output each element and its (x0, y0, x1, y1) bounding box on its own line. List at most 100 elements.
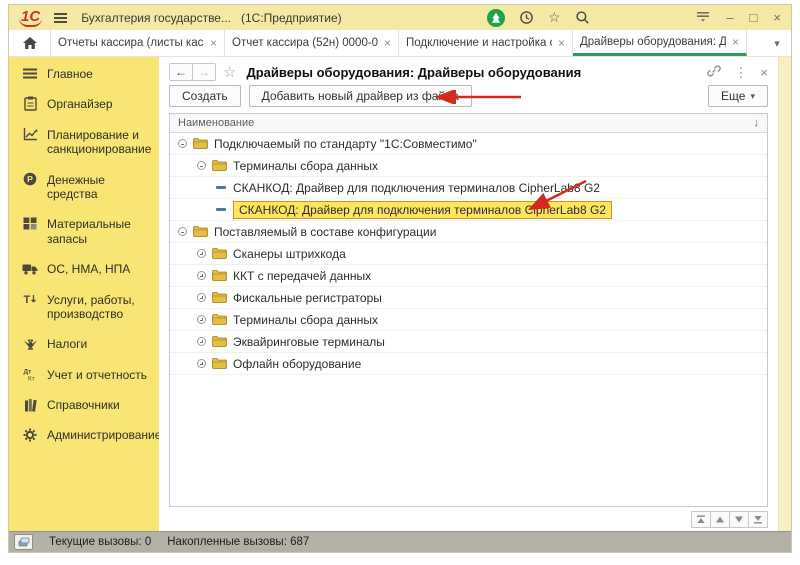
tab-list-dropdown-icon[interactable]: ▾ (763, 30, 791, 56)
folder-icon (212, 292, 227, 303)
tree-expander-icon[interactable] (178, 227, 187, 236)
tree-row-label: Подключаемый по стандарту "1С:Совместимо… (214, 137, 477, 151)
tree-expander-icon[interactable] (197, 315, 206, 324)
tab-2[interactable]: Отчет кассира (52н) 0000-000045 ... × (225, 30, 399, 56)
create-button[interactable]: Создать (169, 85, 241, 107)
svg-text:Кт: Кт (28, 376, 35, 382)
tree-row-label: СКАНКОД: Драйвер для подключения термина… (233, 201, 612, 219)
administration-icon (22, 427, 38, 442)
folder-icon (212, 160, 227, 171)
sidebar-item-label: Планирование и санкционирование (47, 128, 153, 157)
tree-expander-icon[interactable] (197, 359, 206, 368)
tree-expander-icon[interactable] (197, 271, 206, 280)
get-link-icon[interactable] (707, 64, 721, 80)
tree-row-label: Эквайринговые терминалы (233, 335, 385, 349)
main-menu-icon[interactable] (54, 13, 67, 23)
history-icon[interactable] (519, 10, 534, 25)
sort-descending-icon: ↓ (754, 117, 760, 129)
tree-row-label: Терминалы сбора данных (233, 159, 378, 173)
tab-label: Отчет кассира (52н) 0000-000045 ... (232, 37, 378, 49)
app-name: (1С:Предприятие) (241, 11, 342, 25)
search-icon[interactable] (575, 10, 590, 25)
back-button[interactable]: ← (169, 63, 193, 81)
tree-expander-icon[interactable] (197, 249, 206, 258)
list-header[interactable]: Наименование ↓ (170, 114, 767, 133)
tree-row-label: СКАНКОД: Драйвер для подключения термина… (233, 181, 600, 195)
panel-menu-icon[interactable] (696, 11, 710, 24)
tree-row[interactable]: Офлайн оборудование (170, 353, 767, 375)
tree-expander-icon[interactable] (197, 161, 206, 170)
minimize-icon[interactable]: – (726, 11, 733, 24)
add-favorite-icon[interactable]: ☆ (223, 63, 236, 81)
tab-close-icon[interactable]: × (384, 36, 391, 50)
tree-row[interactable]: ККТ с передачей данных (170, 265, 767, 287)
sidebar-item-materials[interactable]: Материальные запасы (9, 209, 159, 254)
tree-row-label: Офлайн оборудование (233, 357, 361, 371)
tab-4[interactable]: Драйверы оборудования: Драйве... × (573, 30, 747, 56)
tree-row-selected[interactable]: СКАНКОД: Драйвер для подключения термина… (170, 199, 767, 221)
sidebar-item-menu[interactable]: Главное (9, 59, 159, 89)
tree-row-label: Терминалы сбора данных (233, 313, 378, 327)
sidebar-item-label: Учет и отчетность (47, 368, 147, 382)
sidebar-item-label: Материальные запасы (47, 217, 153, 246)
svg-text:Р: Р (27, 174, 33, 184)
tab-close-icon[interactable]: × (210, 36, 217, 50)
assets-icon (22, 261, 38, 276)
sidebar-item-organizer[interactable]: Органайзер (9, 89, 159, 119)
tree-expander-icon[interactable] (178, 139, 187, 148)
tab-label: Отчеты кассира (листы кассовой ... (58, 37, 204, 49)
tab-label: Подключение и настройка обору... (406, 37, 552, 49)
tree-expander-icon[interactable] (197, 337, 206, 346)
sidebar-item-money[interactable]: Р Денежные средства (9, 165, 159, 210)
sidebar-item-taxes[interactable]: Налоги (9, 329, 159, 359)
more-button[interactable]: Еще ▾ (708, 85, 768, 107)
page-down-button[interactable] (729, 511, 749, 528)
tree-row[interactable]: Терминалы сбора данных (170, 155, 767, 177)
home-tab[interactable] (9, 30, 51, 56)
tree-row-label: Поставляемый в составе конфигурации (214, 225, 436, 239)
sidebar-item-label: Справочники (47, 398, 120, 412)
sidebar-item-services[interactable]: Т Услуги, работы, производство (9, 285, 159, 330)
page-up-button[interactable] (710, 511, 730, 528)
tree-expander-icon[interactable] (197, 293, 206, 302)
services-icon: Т (22, 292, 38, 307)
tree-row[interactable]: Сканеры штрихкода (170, 243, 767, 265)
tab-close-icon[interactable]: × (732, 35, 739, 49)
maximize-icon[interactable]: □ (750, 11, 758, 24)
add-driver-from-file-button[interactable]: Добавить новый драйвер из файла (249, 85, 472, 107)
tree-row-label: Фискальные регистраторы (233, 291, 382, 305)
performance-indicator-icon[interactable] (14, 534, 33, 550)
menu-icon (22, 66, 38, 81)
close-window-icon[interactable]: × (773, 11, 781, 24)
close-form-icon[interactable]: × (760, 66, 768, 79)
sidebar-item-catalogs[interactable]: Справочники (9, 390, 159, 420)
tree-row[interactable]: Фискальные регистраторы (170, 287, 767, 309)
tree-row[interactable]: Подключаемый по стандарту "1С:Совместимо… (170, 133, 767, 155)
money-icon: Р (22, 172, 38, 187)
tree-row[interactable]: Поставляемый в составе конфигурации (170, 221, 767, 243)
planning-icon (22, 127, 38, 142)
forward-button[interactable]: → (192, 63, 216, 81)
more-actions-icon[interactable]: ⋮ (734, 66, 747, 79)
folder-icon (212, 336, 227, 347)
tree-row[interactable]: Терминалы сбора данных (170, 309, 767, 331)
sidebar-item-administration[interactable]: Администрирование (9, 420, 159, 450)
tab-1[interactable]: Отчеты кассира (листы кассовой ... × (51, 30, 225, 56)
sidebar-item-label: Денежные средства (47, 173, 153, 202)
command-bar: Создать Добавить новый драйвер из файла … (159, 84, 778, 113)
go-first-row-button[interactable] (691, 511, 711, 528)
tree-row[interactable]: Эквайринговые терминалы (170, 331, 767, 353)
form-right-margin (778, 57, 791, 531)
discussions-icon[interactable] (487, 9, 505, 27)
go-last-row-button[interactable] (748, 511, 768, 528)
sidebar-item-planning[interactable]: Планирование и санкционирование (9, 120, 159, 165)
svg-text:Дт: Дт (24, 369, 32, 376)
form-header: ← → ☆ Драйверы оборудования: Драйверы об… (159, 57, 778, 84)
tab-3[interactable]: Подключение и настройка обору... × (399, 30, 573, 56)
sidebar-item-accounting[interactable]: ДтКт Учет и отчетность (9, 360, 159, 390)
favorites-icon[interactable]: ☆ (548, 9, 561, 26)
folder-icon (212, 270, 227, 281)
sidebar-item-assets[interactable]: ОС, НМА, НПА (9, 254, 159, 284)
tab-close-icon[interactable]: × (558, 36, 565, 50)
tree-row[interactable]: СКАНКОД: Драйвер для подключения термина… (170, 177, 767, 199)
